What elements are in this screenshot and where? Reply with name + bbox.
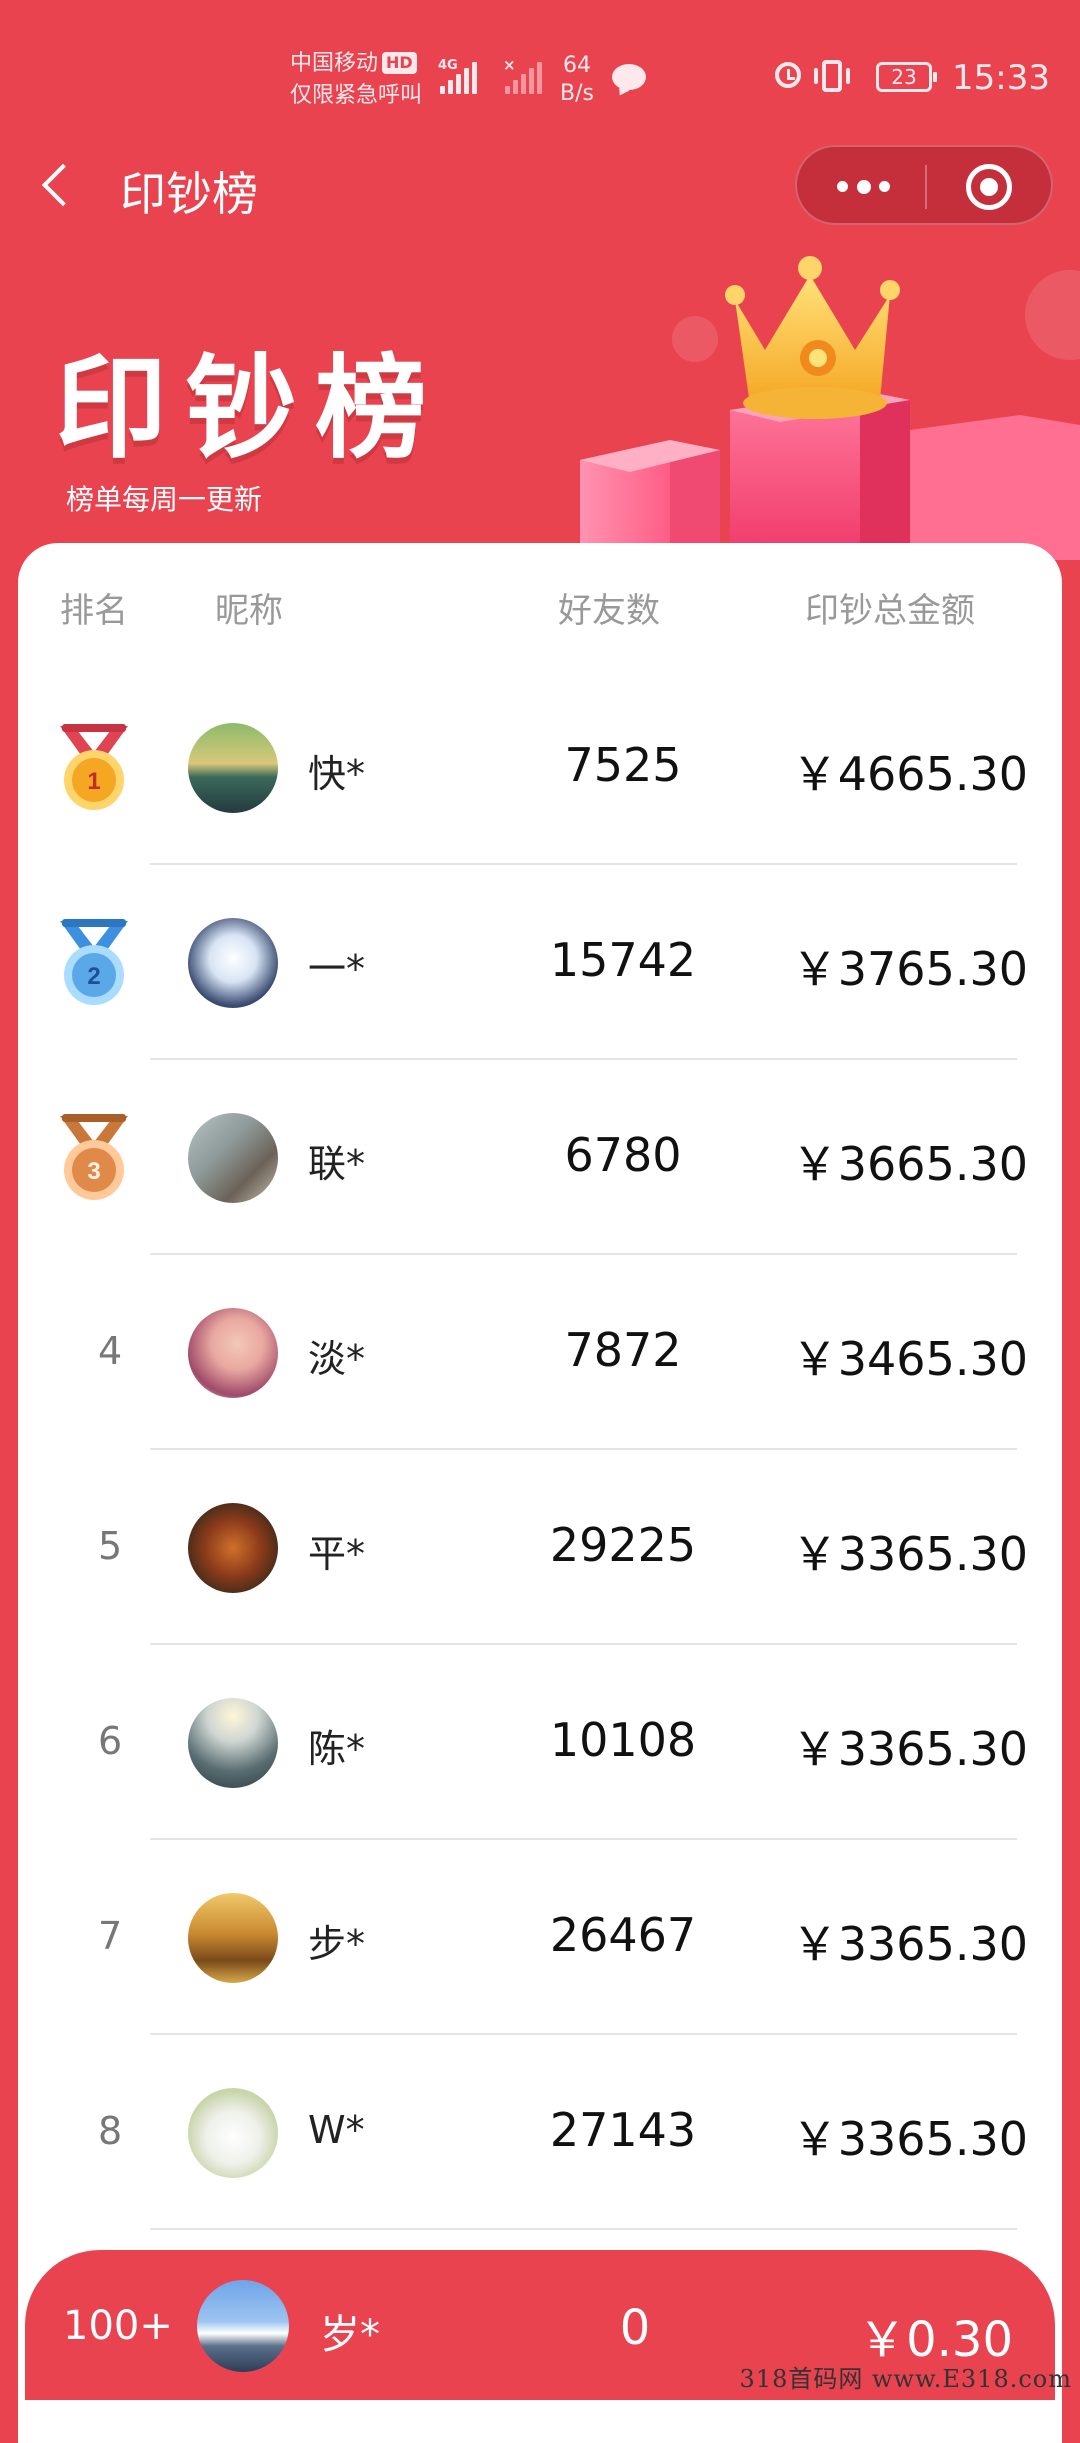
- rank-number: 5: [98, 1524, 123, 1568]
- nickname: W*: [308, 2108, 365, 2152]
- avatar[interactable]: [188, 1308, 278, 1398]
- emergency-text: 仅限紧急呼叫: [290, 83, 423, 108]
- rank-number: 7: [98, 1914, 123, 1958]
- my-avatar[interactable]: [197, 2280, 289, 2372]
- carrier-name: 中国移动: [290, 51, 379, 76]
- svg-text:1: 1: [87, 768, 100, 795]
- nickname: 淡*: [308, 1337, 366, 1381]
- friend-count: 26467: [549, 1908, 697, 1962]
- crown-podium-illustration: [580, 256, 1080, 560]
- header-amount: 印钞总金额: [805, 591, 975, 631]
- friend-count: 15742: [549, 933, 697, 987]
- my-friend-count: 0: [619, 2300, 651, 2356]
- vibrate-icon: [814, 60, 850, 92]
- clock: 15:33: [952, 58, 1050, 98]
- close-miniprogram-icon[interactable]: [966, 164, 1012, 210]
- total-amount: ￥3365.30: [791, 2112, 1028, 2166]
- status-bar: 中国移动 HD 仅限紧急呼叫 4G × 64 B/s 23 15:33: [0, 0, 1080, 145]
- nickname: 一*: [308, 947, 366, 991]
- speed-value: 64: [562, 53, 591, 78]
- total-amount: ￥3665.30: [791, 1137, 1028, 1191]
- header-friends: 好友数: [558, 591, 660, 631]
- total-amount: ￥3365.30: [791, 1722, 1028, 1776]
- avatar[interactable]: [188, 1113, 278, 1203]
- friend-count: 10108: [549, 1713, 697, 1767]
- my-rank-number: 100+: [63, 2303, 173, 2349]
- header-rank: 排名: [60, 591, 128, 631]
- nickname: 联*: [308, 1142, 366, 1186]
- avatar[interactable]: [188, 1893, 278, 1983]
- total-amount: ￥4665.30: [791, 747, 1028, 801]
- avatar[interactable]: [188, 2088, 278, 2178]
- rank-number: 4: [98, 1329, 123, 1373]
- my-nickname: 岁*: [320, 2312, 380, 2358]
- capsule-divider: [925, 165, 927, 209]
- signal-icon-2: [505, 60, 542, 94]
- watermark: 318首码网 www.E318.com: [739, 2365, 1072, 2393]
- avatar[interactable]: [188, 1698, 278, 1788]
- bronze-medal-icon: 3: [60, 1114, 128, 1200]
- rank-number: 8: [98, 2109, 123, 2153]
- battery-icon: 23: [876, 62, 937, 92]
- banner-subtitle: 榜单每周一更新: [66, 483, 263, 516]
- nickname: 陈*: [308, 1727, 366, 1771]
- header-nickname: 昵称: [215, 591, 283, 631]
- hd-badge: HD: [382, 52, 417, 74]
- table-row[interactable]: 3 联* 6780 ￥3665.30: [18, 1060, 1062, 1255]
- rank-number: 6: [98, 1719, 123, 1763]
- alarm-icon: [775, 62, 801, 88]
- silver-medal-icon: 2: [60, 919, 128, 1005]
- table-row[interactable]: 1 快* 7525 ￥4665.30: [18, 670, 1062, 865]
- table-row[interactable]: 7 步* 26467 ￥3365.30: [18, 1840, 1062, 2035]
- leaderboard-card: 排名 昵称 好友数 印钞总金额 1 快* 7525 ￥4665.30 2 一* …: [18, 543, 1062, 2443]
- avatar[interactable]: [188, 1503, 278, 1593]
- table-header: 排名 昵称 好友数 印钞总金额: [18, 543, 1062, 673]
- friend-count: 7872: [564, 1323, 682, 1377]
- signal-icon: [440, 60, 477, 94]
- nickname: 步*: [308, 1922, 366, 1966]
- network-speed: 64 B/s: [560, 52, 594, 108]
- nickname: 快*: [308, 752, 366, 796]
- table-row[interactable]: 6 陈* 10108 ￥3365.30: [18, 1645, 1062, 1840]
- friend-count: 7525: [564, 738, 682, 792]
- total-amount: ￥3765.30: [791, 942, 1028, 996]
- miniprogram-capsule: [795, 145, 1053, 225]
- friend-count: 27143: [549, 2103, 697, 2157]
- more-icon[interactable]: [837, 180, 891, 194]
- total-amount: ￥3365.30: [791, 1917, 1028, 1971]
- friend-count: 6780: [564, 1128, 682, 1182]
- carrier-info: 中国移动 HD 仅限紧急呼叫: [290, 48, 422, 112]
- table-row[interactable]: 8 W* 27143 ￥3365.30: [18, 2035, 1062, 2230]
- svg-text:3: 3: [87, 1158, 100, 1185]
- nickname: 平*: [308, 1532, 366, 1576]
- row-divider: [150, 2228, 1017, 2230]
- speed-unit: B/s: [560, 81, 594, 106]
- table-row[interactable]: 4 淡* 7872 ￥3465.30: [18, 1255, 1062, 1450]
- page-title: 印钞榜: [120, 167, 258, 221]
- total-amount: ￥3465.30: [791, 1332, 1028, 1386]
- message-icon: [612, 64, 646, 90]
- back-icon[interactable]: [41, 163, 85, 207]
- table-row[interactable]: 5 平* 29225 ￥3365.30: [18, 1450, 1062, 1645]
- avatar[interactable]: [188, 723, 278, 813]
- banner-title: 印钞榜: [55, 344, 445, 474]
- table-row[interactable]: 2 一* 15742 ￥3765.30: [18, 865, 1062, 1060]
- total-amount: ￥3365.30: [791, 1527, 1028, 1581]
- gold-medal-icon: 1: [60, 724, 128, 810]
- svg-text:2: 2: [87, 963, 100, 990]
- friend-count: 29225: [549, 1518, 697, 1572]
- avatar[interactable]: [188, 918, 278, 1008]
